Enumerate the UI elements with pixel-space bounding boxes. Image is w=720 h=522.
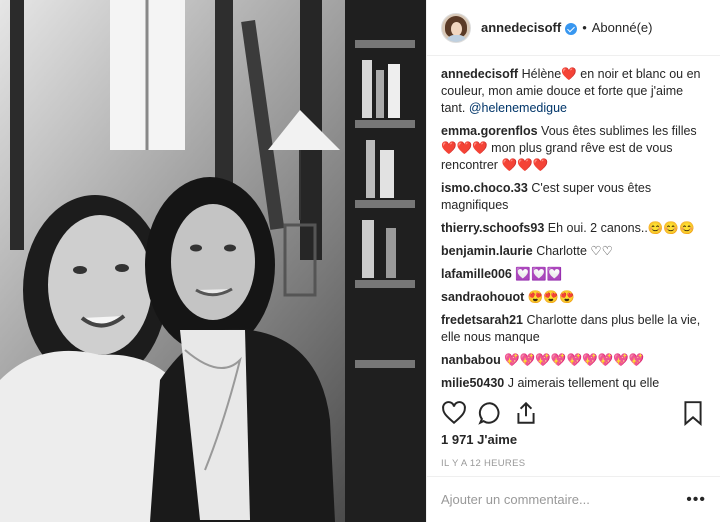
bookmark-icon[interactable]	[680, 400, 706, 426]
action-bar	[441, 398, 706, 428]
avatar[interactable]	[441, 12, 471, 43]
post-timestamp: IL Y A 12 HEURES	[441, 458, 526, 469]
caption: annedecisoff Hélène❤️ en noir et blanc o…	[441, 66, 706, 117]
comment-username[interactable]: ismo.choco.33	[441, 181, 528, 195]
speech-bubble-icon[interactable]	[477, 400, 503, 426]
comment-text: 😍😍😍	[527, 290, 575, 304]
comment-username[interactable]: milie50430	[441, 376, 504, 390]
comment-username[interactable]: thierry.schoofs93	[441, 221, 544, 235]
heart-outline-icon[interactable]	[441, 400, 467, 426]
comment-username[interactable]: benjamin.laurie	[441, 244, 533, 258]
comment: nanbabou 💖💖💖💖💖💖💖💖💖	[441, 352, 706, 369]
verified-badge-icon	[565, 22, 578, 35]
comment: milie50430 J aimerais tellement qu elle	[441, 375, 706, 390]
mention-link[interactable]: @helenemedigue	[469, 101, 567, 115]
comment-username[interactable]: sandraohouot	[441, 290, 524, 304]
comment: emma.gorenflos Vous êtes sublimes les fi…	[441, 123, 706, 174]
comment-username[interactable]: fredetsarah21	[441, 313, 523, 327]
follow-status[interactable]: Abonné(e)	[592, 20, 653, 35]
comment-username[interactable]: nanbabou	[441, 353, 501, 367]
comment-text: J aimerais tellement qu elle	[507, 376, 660, 390]
more-options-button[interactable]: •••	[686, 491, 706, 509]
comments-list[interactable]: annedecisoff Hélène❤️ en noir et blanc o…	[427, 56, 720, 390]
post-header: annedecisoff • Abonné(e)	[427, 0, 720, 56]
add-comment-bar: Ajouter un commentaire... •••	[427, 476, 720, 522]
comment-text: 💟💟💟	[515, 267, 563, 281]
comment: fredetsarah21 Charlotte dans plus belle …	[441, 312, 706, 346]
comment-text: Eh oui. 2 canons..😊😊😊	[547, 221, 695, 235]
comment-text: 💖💖💖💖💖💖💖💖💖	[504, 353, 645, 367]
comment: benjamin.laurie Charlotte ♡♡	[441, 243, 706, 260]
post-sidebar: annedecisoff • Abonné(e) annedecisoff Hé…	[426, 0, 720, 522]
comment: lafamille006 💟💟💟	[441, 266, 706, 283]
comment: thierry.schoofs93 Eh oui. 2 canons..😊😊😊	[441, 220, 706, 237]
comment: sandraohouot 😍😍😍	[441, 289, 706, 306]
comment-text: Charlotte ♡♡	[536, 244, 613, 258]
likes-count[interactable]: 1 971 J'aime	[441, 432, 517, 447]
comment-username[interactable]: annedecisoff	[441, 67, 518, 81]
instagram-post: annedecisoff • Abonné(e) annedecisoff Hé…	[0, 0, 720, 522]
comment: ismo.choco.33 C'est super vous êtes magn…	[441, 180, 706, 214]
header-username[interactable]: annedecisoff	[481, 20, 561, 35]
separator-dot: •	[582, 20, 587, 35]
black-and-white-selfie-image	[0, 0, 426, 522]
post-photo[interactable]	[0, 0, 426, 522]
comment-username[interactable]: lafamille006	[441, 267, 512, 281]
share-icon[interactable]	[513, 400, 539, 426]
comment-username[interactable]: emma.gorenflos	[441, 124, 538, 138]
comment-input[interactable]: Ajouter un commentaire...	[441, 492, 686, 507]
